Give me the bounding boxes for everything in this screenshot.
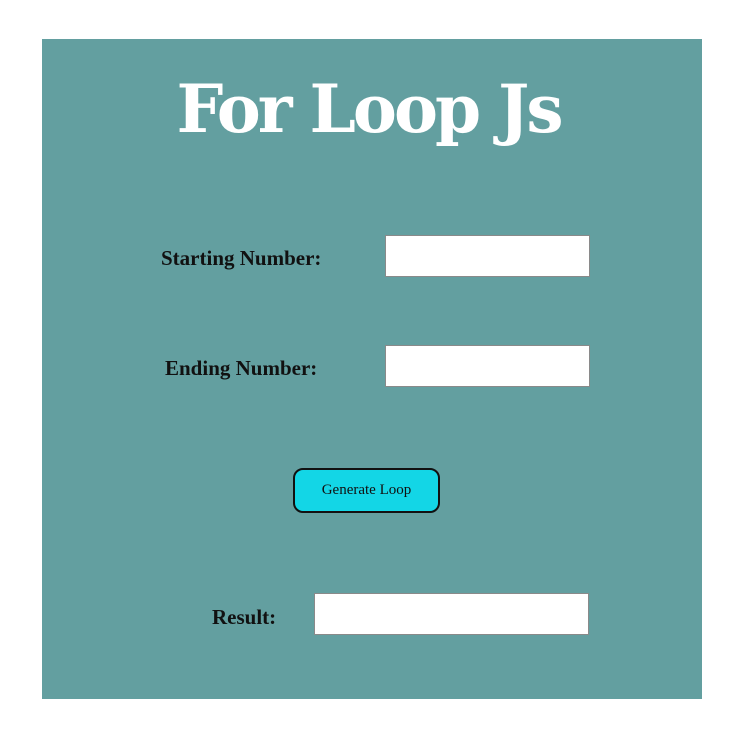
result-field[interactable] — [314, 593, 589, 635]
result-label: Result: — [212, 605, 277, 629]
ending-number-input[interactable] — [385, 345, 590, 387]
starting-number-label: Starting Number: — [161, 246, 322, 270]
starting-number-input[interactable] — [385, 235, 590, 277]
generate-loop-button[interactable]: Generate Loop — [293, 468, 440, 513]
ending-number-label: Ending Number: — [165, 356, 318, 380]
page-title: For Loop Js — [176, 70, 564, 148]
